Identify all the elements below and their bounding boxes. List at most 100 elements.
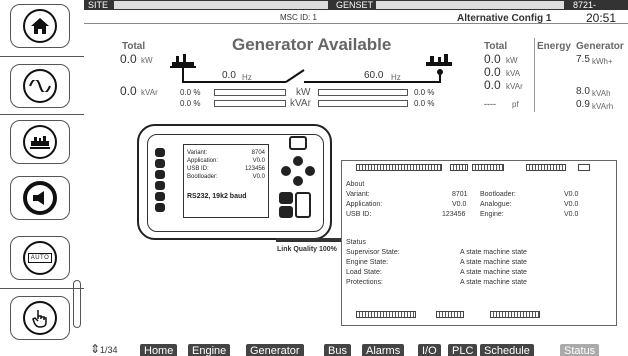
kvar-bar-right bbox=[318, 100, 408, 107]
kvar-bar-left bbox=[214, 100, 286, 107]
about-title: About bbox=[346, 181, 365, 188]
kvar-pct-right: 0.0 % bbox=[414, 99, 435, 108]
kw-bar-left bbox=[214, 89, 286, 96]
energy-kvah-value: 8.0 bbox=[576, 86, 590, 97]
application-value: V0.0 bbox=[452, 201, 467, 208]
supervisor-state-label: Supervisor State: bbox=[346, 249, 400, 256]
header-divider bbox=[84, 23, 628, 24]
bus-frequency-value: 0.0 bbox=[222, 70, 236, 81]
bootloader-value: V0.0 bbox=[564, 191, 579, 198]
tab-status[interactable]: Status bbox=[560, 344, 600, 356]
sidebar-scrollbar[interactable] bbox=[73, 280, 81, 328]
controller-lcd: Variant: 8704 Application: V0.0 USB ID: 123… bbox=[183, 144, 269, 218]
generator-genset-icon bbox=[426, 54, 452, 66]
kw-pct-left: 0.0 % bbox=[180, 88, 201, 97]
engine-state-label: Engine State: bbox=[346, 259, 389, 266]
breaker-open-icon bbox=[285, 69, 305, 83]
energy-kwh-value: 7.5 bbox=[576, 54, 590, 65]
kva-right-unit: kVA bbox=[506, 69, 521, 78]
gen-frequency-unit: Hz bbox=[391, 73, 401, 82]
protections-value: A state machine state bbox=[460, 279, 527, 286]
pf-right-value: ---- bbox=[484, 99, 496, 109]
engine-value: V0.0 bbox=[564, 211, 579, 218]
kw-bar-right bbox=[318, 89, 408, 96]
bus-icon bbox=[170, 54, 196, 68]
stop-horn-icon bbox=[23, 181, 57, 215]
supervisor-state-value: A state machine state bbox=[460, 249, 527, 256]
kvar-pct-left: 0.0 % bbox=[180, 99, 201, 108]
tab-engine[interactable]: Engine bbox=[188, 344, 231, 356]
variant-label: Variant: bbox=[346, 191, 370, 198]
comm-settings: RS232, 19k2 baud bbox=[187, 193, 247, 200]
page-arrows-icon[interactable]: ⇕ bbox=[90, 342, 100, 356]
kvar-bar-label: kVAr bbox=[290, 98, 311, 109]
energy-label: Energy bbox=[537, 41, 571, 52]
sine-wave-icon bbox=[23, 69, 57, 103]
application-label: Application: bbox=[346, 201, 383, 208]
msc-id: MSC ID: 1 bbox=[280, 13, 317, 22]
top-status-bar: SITE GENSET 8721-A1\8710 bbox=[84, 0, 628, 20]
page-counter: 1/34 bbox=[100, 345, 118, 355]
kw-left-unit: kW bbox=[141, 56, 153, 65]
total-right-label: Total bbox=[484, 41, 508, 52]
kw-bar-label: kW bbox=[296, 87, 311, 98]
variant-value: 8701 bbox=[452, 191, 468, 198]
stop-button[interactable] bbox=[10, 176, 70, 220]
tab-io[interactable]: I/O bbox=[418, 344, 441, 356]
tab-home[interactable]: Home bbox=[140, 344, 178, 356]
manual-button[interactable] bbox=[10, 296, 70, 340]
about-panel: About Variant: 8701 Bootloader: V0.0 App… bbox=[341, 160, 617, 326]
site-indicator-strip bbox=[114, 1, 328, 9]
auto-button[interactable]: AUTO bbox=[10, 236, 70, 280]
energy-kvah-unit: kVAh bbox=[592, 89, 611, 98]
controller-device-image: Variant: 8704 Application: V0.0 USB ID: 123… bbox=[137, 124, 332, 240]
genset-button[interactable] bbox=[10, 120, 70, 164]
energy-kvarh-unit: kVArh bbox=[592, 102, 614, 111]
bottom-navigation: ⇕ 1/34 Home Engine Generator Bus Alarms … bbox=[84, 340, 628, 356]
auto-icon: AUTO bbox=[23, 241, 57, 275]
tab-plc[interactable]: PLC bbox=[448, 344, 478, 356]
pf-right-unit: pf bbox=[512, 100, 519, 109]
engine-label: Engine: bbox=[480, 211, 504, 218]
home-icon bbox=[23, 9, 57, 43]
controller-id: 8721-A1\8710 bbox=[573, 0, 607, 20]
genset-label: GENSET bbox=[336, 0, 374, 10]
usb-id-value: 123456 bbox=[442, 211, 466, 218]
bus-frequency-unit: Hz bbox=[242, 73, 252, 82]
genset-icon bbox=[23, 125, 57, 159]
energy-generator-label: Generator bbox=[576, 41, 624, 52]
kvar-right-value: 0.0 bbox=[484, 78, 501, 92]
energy-divider bbox=[534, 38, 535, 112]
total-left-label: Total bbox=[122, 41, 146, 52]
link-quality-bar bbox=[276, 238, 342, 242]
status-title: Status bbox=[346, 239, 366, 246]
usb-id-label: USB ID: bbox=[346, 211, 372, 218]
kw-right-unit: kW bbox=[506, 56, 518, 65]
home-button[interactable] bbox=[10, 4, 70, 48]
genset-indicator-strip bbox=[376, 1, 564, 9]
kw-right-value: 0.0 bbox=[484, 52, 501, 66]
tab-alarms[interactable]: Alarms bbox=[362, 344, 405, 356]
load-state-label: Load State: bbox=[346, 269, 382, 276]
load-state-value: A state machine state bbox=[460, 269, 527, 276]
energy-kvarh-value: 0.9 bbox=[576, 99, 590, 110]
energy-kwh-unit: kWh+ bbox=[592, 57, 613, 66]
bootloader-label: Bootloader: bbox=[480, 191, 516, 198]
kvar-left-value: 0.0 bbox=[120, 84, 137, 98]
tab-bus[interactable]: Bus bbox=[324, 344, 351, 356]
tab-generator[interactable]: Generator bbox=[246, 344, 304, 356]
analogue-label: Analogue: bbox=[480, 201, 512, 208]
link-quality: Link Quality 100% bbox=[277, 246, 337, 253]
engine-state-value: A state machine state bbox=[460, 259, 527, 266]
ac-waveform-button[interactable] bbox=[10, 64, 70, 108]
tab-schedule[interactable]: Schedule bbox=[480, 344, 534, 356]
kvar-left-unit: kVAr bbox=[141, 88, 158, 97]
site-label: SITE bbox=[88, 0, 109, 10]
kw-left-value: 0.0 bbox=[120, 52, 137, 66]
kvar-right-unit: kVAr bbox=[506, 82, 523, 91]
kw-pct-right: 0.0 % bbox=[414, 88, 435, 97]
hand-icon bbox=[23, 301, 57, 335]
protections-label: Protections: bbox=[346, 279, 383, 286]
gen-frequency-value: 60.0 bbox=[364, 70, 384, 81]
sidebar: AUTO bbox=[0, 0, 84, 356]
